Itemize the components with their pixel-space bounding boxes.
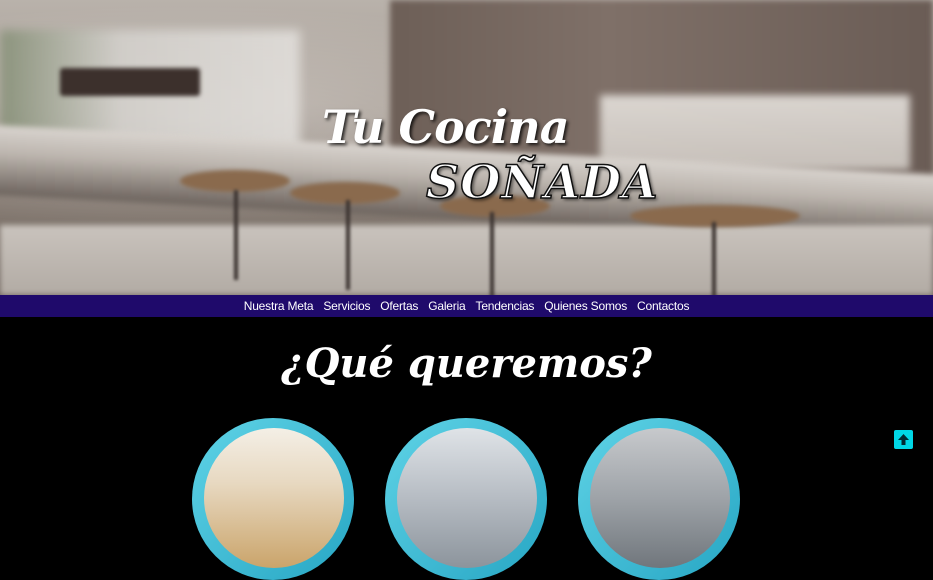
nav-item-servicios[interactable]: Servicios — [323, 299, 370, 313]
hero-bg-floor — [0, 225, 933, 295]
hero-banner: Tu Cocina SOÑADA — [0, 0, 933, 295]
nav-item-galeria[interactable]: Galeria — [428, 299, 465, 313]
main-nav: Nuestra Meta Servicios Ofertas Galeria T… — [0, 295, 933, 317]
nav-item-contactos[interactable]: Contactos — [637, 299, 689, 313]
hero-bg-stool-leg — [234, 190, 238, 280]
kitchen-photo — [397, 428, 537, 568]
hero-bg-stool — [290, 182, 400, 204]
hero-bg-lamp — [60, 68, 200, 96]
nav-item-ofertas[interactable]: Ofertas — [380, 299, 418, 313]
hero-title: Tu Cocina — [322, 100, 569, 154]
feature-circle-image[interactable] — [192, 418, 354, 580]
section-heading: ¿Qué queremos? — [281, 340, 652, 387]
hero-bg-stool — [180, 170, 290, 192]
hero-bg-stool-leg — [346, 200, 350, 290]
hero-bg-stool-leg — [712, 222, 716, 295]
nav-item-quienes-somos[interactable]: Quienes Somos — [544, 299, 627, 313]
nav-item-nuestra-meta[interactable]: Nuestra Meta — [244, 299, 314, 313]
hero-bg-stool-leg — [490, 212, 494, 295]
feature-circle-image[interactable] — [578, 418, 740, 580]
feature-circle-image[interactable] — [385, 418, 547, 580]
hero-subtitle: SOÑADA — [425, 154, 659, 210]
nav-item-tendencias[interactable]: Tendencias — [476, 299, 535, 313]
kitchen-photo — [590, 428, 730, 568]
arrow-up-icon — [898, 434, 909, 445]
kitchen-photo — [204, 428, 344, 568]
scroll-to-top-button[interactable] — [894, 430, 913, 449]
